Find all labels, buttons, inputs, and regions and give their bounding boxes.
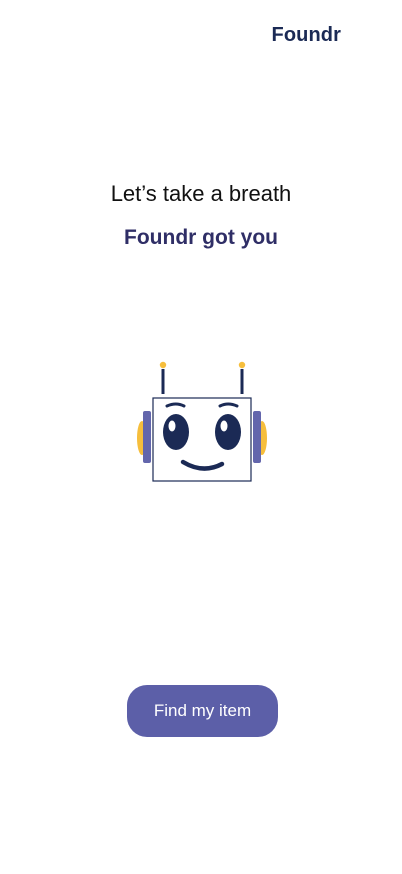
ear-right <box>253 411 261 463</box>
page-subtitle: Foundr got you <box>124 226 278 249</box>
antenna-right-tip <box>238 361 246 369</box>
app-logo-text: Foundr <box>271 24 341 46</box>
eye-left <box>163 414 189 450</box>
find-my-item-button[interactable]: Find my item <box>127 685 278 737</box>
antenna-right <box>240 369 244 394</box>
robot-mascot-icon <box>132 358 272 486</box>
antenna-left <box>161 369 165 394</box>
eye-right <box>215 414 241 450</box>
eye-left-highlight <box>168 420 176 432</box>
antenna-left-tip <box>159 361 167 369</box>
ear-left <box>143 411 151 463</box>
eye-right-highlight <box>220 420 228 432</box>
page-title: Let’s take a breath <box>110 181 292 206</box>
